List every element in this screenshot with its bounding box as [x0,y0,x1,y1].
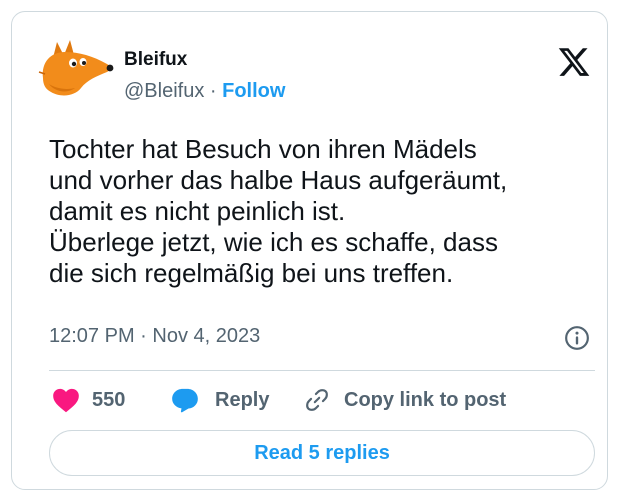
reply-label: Reply [215,388,270,411]
copy-link-button[interactable]: Copy link to post [304,384,506,416]
author-handle[interactable]: @Bleifux [124,80,204,102]
read-replies-button[interactable]: Read 5 replies [49,430,595,476]
heart-icon [53,388,79,413]
speech-bubble-icon [172,388,198,413]
info-icon[interactable] [564,325,590,351]
tweet-card: Bleifux @Bleifux · Follow Tochter hat Be… [11,11,608,490]
like-count: 550 [92,388,126,411]
author-handle-row: @Bleifux · Follow [124,80,285,103]
tweet-timestamp[interactable]: 12:07 PM · Nov 4, 2023 [49,325,260,348]
divider [49,370,595,371]
author-display-name[interactable]: Bleifux [124,49,187,71]
copy-link-label: Copy link to post [344,388,507,411]
follow-button[interactable]: Follow [222,80,285,102]
tweet-text: Tochter hat Besuch von ihren Mädels und … [49,134,508,288]
tweet-actions: 550 Reply Copy link to post [12,384,607,416]
link-icon [306,389,328,411]
avatar[interactable] [37,34,117,100]
handle-separator: · [204,80,223,102]
reply-button[interactable]: Reply [171,384,269,416]
x-logo-icon[interactable] [557,45,591,79]
like-button[interactable]: 550 [52,384,125,416]
